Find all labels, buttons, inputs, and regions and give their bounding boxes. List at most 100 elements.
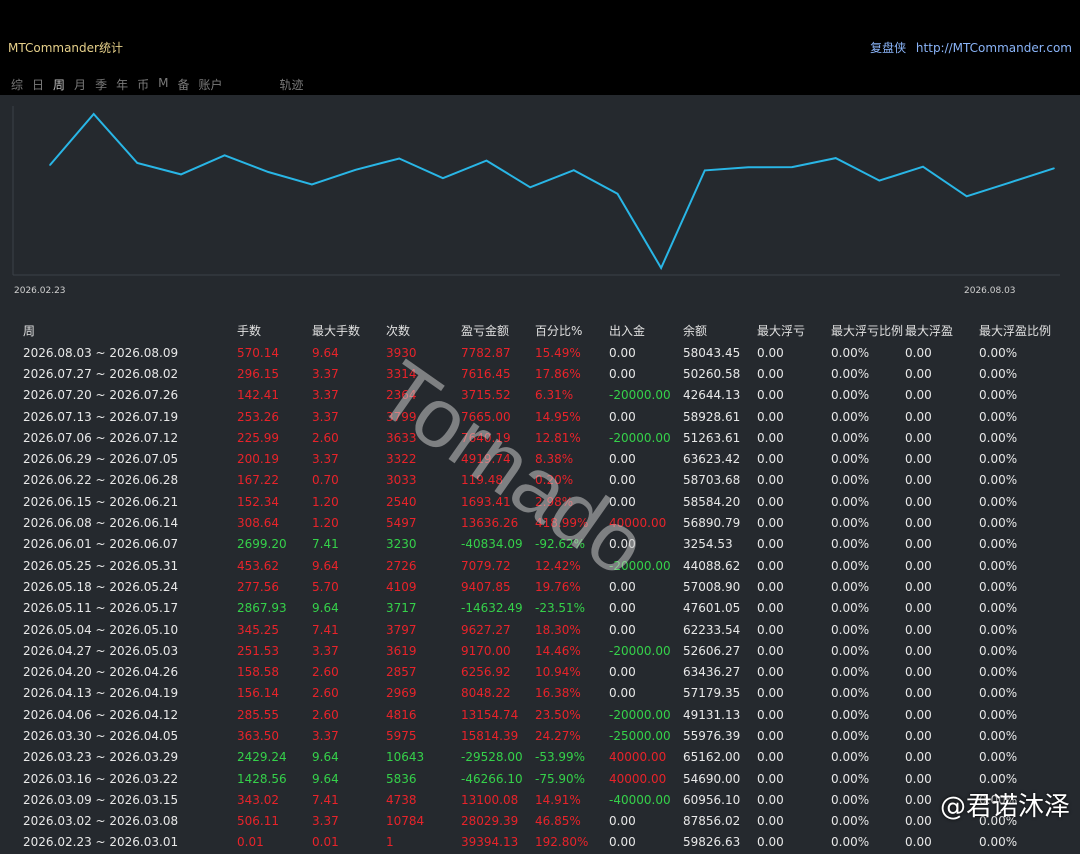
period-tabs: 综日周月季年币 M 备账户 轨迹: [11, 76, 313, 93]
table-cell: 2026.03.16 ~ 2026.03.22: [23, 771, 179, 786]
table-cell: 3322: [386, 452, 417, 467]
author-credit: @君诺沐泽: [939, 792, 1070, 822]
tab-9[interactable]: 账户: [198, 76, 222, 93]
tab-4[interactable]: 季: [95, 76, 107, 93]
tab-3[interactable]: 月: [74, 76, 86, 93]
table-cell: 308.64: [237, 516, 279, 531]
data-point-11: [529, 186, 531, 189]
table-cell: -20000.00: [609, 430, 671, 445]
table-cell: 4109: [386, 579, 417, 594]
table-cell: 0.00%: [831, 771, 870, 786]
table-cell: 9.64: [312, 601, 339, 616]
table-cell: 65162.00: [683, 750, 741, 765]
table-cell: 0.00: [905, 409, 932, 424]
table-cell: 0.00%: [831, 792, 870, 807]
table-cell: -53.99%: [535, 750, 586, 765]
table-row: 2026.03.02 ~ 2026.03.08 506.11 3.37 10784 28…: [0, 811, 1080, 832]
table-cell: 0.00%: [831, 473, 870, 488]
data-point-18: [834, 157, 837, 159]
table-cell: 9627.27: [461, 622, 511, 637]
table-cell: 0.00: [757, 707, 784, 722]
table-cell: 3930: [386, 345, 417, 360]
table-cell: 9.64: [312, 750, 339, 765]
table-cell: 60956.10: [683, 792, 741, 807]
column-header-9[interactable]: 最大浮亏比例: [831, 318, 905, 342]
table-cell: 2726: [386, 558, 417, 573]
table-cell: 2026.03.30 ~ 2026.04.05: [23, 728, 179, 743]
column-header-8[interactable]: 最大浮亏: [757, 318, 831, 342]
table-row: 2026.03.09 ~ 2026.03.15 343.02 7.41 4738 131…: [0, 789, 1080, 810]
data-point-22: [1009, 181, 1012, 184]
tab-8[interactable]: 备: [177, 76, 189, 93]
table-cell: 19.76%: [535, 579, 581, 594]
table-cell: -14632.49: [461, 601, 523, 616]
table-cell: 0.00: [905, 835, 932, 850]
table-cell: 0.00: [757, 686, 784, 701]
table-cell: 142.41: [237, 388, 279, 403]
table-cell: 2.60: [312, 686, 339, 701]
table-cell: 0.00%: [831, 643, 870, 658]
table-cell: 0.00: [757, 473, 784, 488]
table-cell: 2867.93: [237, 601, 287, 616]
table-cell: 12.81%: [535, 430, 581, 445]
balance-line-chart: 2026.02.23 2026.08.03: [12, 106, 1060, 296]
table-cell: 0.00: [905, 388, 932, 403]
tab-1[interactable]: 日: [32, 76, 44, 93]
table-cell: -92.62%: [535, 537, 586, 552]
table-cell: 40000.00: [609, 771, 667, 786]
column-header-2[interactable]: 最大手数: [312, 318, 386, 342]
column-header-1[interactable]: 手数: [237, 318, 312, 342]
data-point-4: [223, 154, 226, 157]
column-header-10[interactable]: 最大浮盈: [905, 318, 979, 342]
table-cell: 2026.04.27 ~ 2026.05.03: [23, 643, 179, 658]
table-cell: 0.00%: [831, 452, 870, 467]
tab-6[interactable]: 币: [137, 76, 149, 93]
column-header-4[interactable]: 盈亏金额: [461, 318, 535, 342]
table-cell: 13636.26: [461, 516, 519, 531]
table-cell: 57008.90: [683, 579, 741, 594]
table-cell: 0.00%: [831, 345, 870, 360]
column-header-5[interactable]: 百分比%: [535, 318, 609, 342]
table-cell: 0.00%: [831, 686, 870, 701]
column-header-11[interactable]: 最大浮盈比例: [979, 318, 1080, 342]
table-cell: 0.00%: [831, 409, 870, 424]
table-cell: 0.00%: [979, 728, 1018, 743]
data-point-19: [878, 179, 881, 182]
table-cell: 0.70: [312, 473, 339, 488]
table-cell: 152.34: [237, 494, 279, 509]
table-row: 2026.03.30 ~ 2026.04.05 363.50 3.37 5975 158…: [0, 725, 1080, 746]
column-header-7[interactable]: 余额: [683, 318, 757, 342]
table-cell: -20000.00: [609, 643, 671, 658]
data-point-0: [49, 164, 51, 166]
data-point-9: [442, 177, 444, 179]
data-point-21: [965, 195, 968, 198]
table-cell: 18.30%: [535, 622, 581, 637]
table-cell: 2969: [386, 686, 417, 701]
tab-10[interactable]: 轨迹: [280, 76, 304, 93]
table-cell: 453.62: [237, 558, 279, 573]
tab-5[interactable]: 年: [116, 76, 128, 93]
table-cell: 253.26: [237, 409, 279, 424]
table-cell: 0.00: [757, 665, 784, 680]
site-url-link[interactable]: http://MTCommander.com: [916, 41, 1072, 55]
brand-link[interactable]: 复盘侠: [870, 41, 906, 55]
table-cell: 2026.07.27 ~ 2026.08.02: [23, 366, 179, 381]
tab-7[interactable]: M: [158, 76, 168, 93]
table-cell: 8048.22: [461, 686, 511, 701]
table-cell: 0.00%: [979, 643, 1018, 658]
table-cell: 0.00: [905, 579, 932, 594]
tab-0[interactable]: 综: [11, 76, 23, 93]
table-cell: 0.00: [905, 686, 932, 701]
table-cell: 4919.74: [461, 452, 511, 467]
table-cell: 2026.06.08 ~ 2026.06.14: [23, 516, 179, 531]
column-header-6[interactable]: 出入金: [609, 318, 683, 342]
table-cell: 56890.79: [683, 516, 741, 531]
table-cell: 0.00: [609, 686, 636, 701]
tab-2[interactable]: 周: [53, 76, 65, 93]
table-cell: 55976.39: [683, 728, 741, 743]
table-cell: 0.00: [609, 366, 636, 381]
table-cell: 58043.45: [683, 345, 741, 360]
column-header-0[interactable]: 周: [0, 318, 237, 342]
column-header-3[interactable]: 次数: [386, 318, 461, 342]
table-cell: 3619: [386, 643, 417, 658]
